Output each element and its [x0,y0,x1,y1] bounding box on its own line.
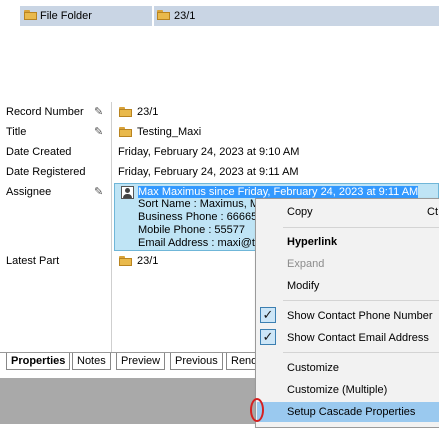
menu-item-setup-cascade[interactable]: Setup Cascade Properties [287,405,415,419]
date-registered-label: Date Registered [6,166,86,178]
menu-separator [283,352,439,353]
menu-item-copy[interactable]: Copy [287,205,313,219]
type-value: File Folder [40,10,92,22]
record-number-value[interactable]: 23/1 [137,105,158,119]
assignee-line: Business Phone : 66665 [138,211,258,223]
folder-icon [119,107,132,117]
tab-previous[interactable]: Previous [170,353,223,370]
pencil-icon[interactable]: ✎ [94,105,103,119]
record-number-label: Record Number [6,106,84,118]
latest-part-label: Latest Part [6,255,60,267]
grid-divider [111,102,112,352]
menu-item-show-phone[interactable]: Show Contact Phone Number [287,309,433,323]
assignee-line: Max Maximus since Friday, February 24, 2… [138,186,419,198]
menu-item-expand: Expand [287,258,325,270]
menu-item-show-email[interactable]: Show Contact Email Address [287,331,429,345]
folder-icon [119,256,132,266]
checkmark-icon: ✓ [260,307,276,323]
copy-shortcut: Ct [427,206,438,218]
menu-item-hyperlink[interactable]: Hyperlink [287,235,337,249]
pencil-icon[interactable]: ✎ [94,185,103,199]
number-value: 23/1 [174,10,196,22]
date-created-label: Date Created [6,146,72,158]
assignee-line: Sort Name : Maximus, M [138,198,260,210]
title-label: Title [6,126,27,138]
folder-icon [119,127,132,137]
latest-part-value[interactable]: 23/1 [137,254,158,268]
contact-icon [121,186,134,199]
title-value[interactable]: Testing_Maxi [137,125,201,139]
date-registered-value: Friday, February 24, 2023 at 9:11 AM [118,166,299,178]
menu-item-modify[interactable]: Modify [287,279,319,293]
tab-notes[interactable]: Notes [72,353,111,370]
assignee-line: Email Address : maxi@t [138,237,255,249]
menu-item-customize-multiple[interactable]: Customize (Multiple) [287,383,387,397]
list-row[interactable]: File Folder 23/1 [0,6,439,26]
checkmark-icon: ✓ [260,329,276,345]
menu-item-customize[interactable]: Customize [287,361,339,375]
assignee-label: Assignee [6,186,52,198]
folder-icon [24,10,37,20]
menu-separator [283,300,439,301]
pencil-icon[interactable]: ✎ [94,125,103,139]
folder-icon [157,10,170,20]
date-created-value: Friday, February 24, 2023 at 9:10 AM [118,146,300,158]
tab-preview[interactable]: Preview [116,353,166,370]
assignee-line: Mobile Phone : 55577 [138,224,246,236]
number-cell[interactable] [154,6,439,26]
menu-separator [283,227,439,228]
tab-properties[interactable]: Properties [6,353,71,370]
annotation-circle [250,398,264,422]
